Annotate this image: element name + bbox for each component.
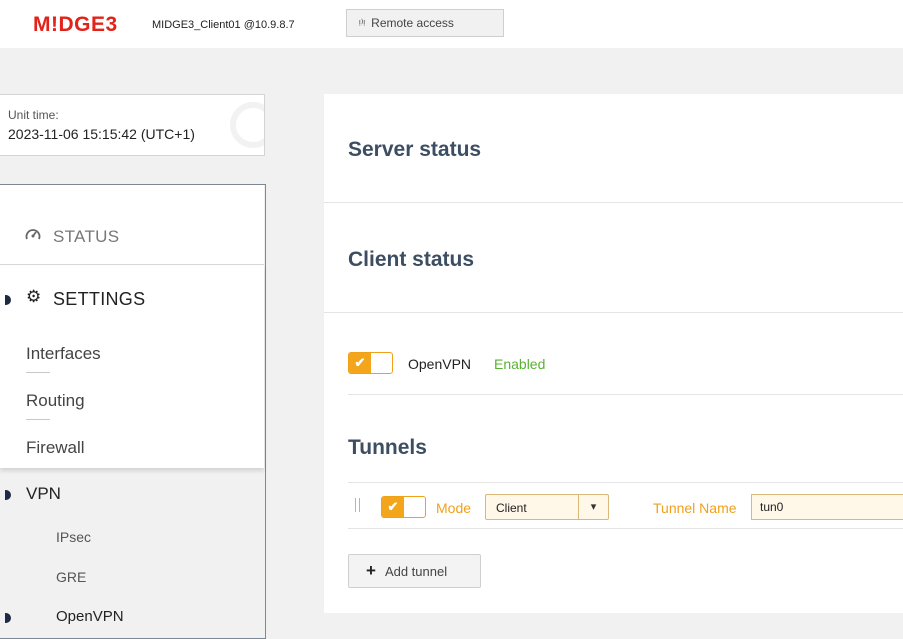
divider: [324, 202, 903, 203]
divider: [348, 394, 903, 395]
client-status-title[interactable]: Client status: [348, 248, 474, 272]
tunnel-name-label: Tunnel Name: [653, 500, 737, 516]
divider: [26, 372, 50, 373]
drag-handle-icon[interactable]: [355, 498, 360, 512]
divider: [348, 482, 903, 483]
check-icon: ✔: [349, 353, 371, 373]
remote-access-button[interactable]: ᵎ⁾ᵎ Remote access: [346, 9, 504, 37]
sidebar-item-ipsec[interactable]: IPsec: [56, 529, 91, 545]
sidebar-item-openvpn[interactable]: OpenVPN: [56, 608, 124, 625]
mode-select-value: Client: [496, 501, 527, 515]
logo-number: 3: [105, 13, 118, 36]
clock-decoration-icon: [230, 102, 264, 148]
sidebar-item-status[interactable]: STATUS: [0, 185, 264, 265]
logo-text: M!DGE: [33, 13, 106, 36]
active-bullet-icon: [5, 295, 11, 305]
main-panel: Server status Client status ✔ OpenVPN En…: [324, 94, 903, 613]
openvpn-label: OpenVPN: [408, 356, 472, 372]
sidebar-item-interfaces[interactable]: Interfaces: [26, 344, 101, 364]
unit-identifier: MIDGE3_Client01 @10.9.8.7: [152, 19, 295, 31]
tunnel-name-input[interactable]: tun0: [751, 494, 903, 520]
divider: [324, 312, 903, 313]
antenna-icon: ᵎ⁾ᵎ: [359, 17, 366, 30]
divider: [348, 528, 903, 529]
sidebar-item-firewall[interactable]: Firewall: [26, 438, 85, 458]
active-bullet-icon: [5, 613, 11, 623]
unit-time-value: 2023-11-06 15:15:42 (UTC+1): [8, 126, 195, 142]
tunnel-enable-toggle[interactable]: ✔: [381, 496, 426, 518]
plus-icon: +: [366, 561, 376, 580]
unit-time-label: Unit time:: [8, 108, 59, 122]
top-bar: M!DGE3 MIDGE3_Client01 @10.9.8.7 ᵎ⁾ᵎ Rem…: [0, 0, 903, 48]
sidebar: STATUS ⚙ SETTINGS Interfaces Routing Fir…: [0, 184, 266, 639]
sidebar-item-routing[interactable]: Routing: [26, 391, 85, 411]
chevron-down-icon[interactable]: ▾: [578, 495, 608, 519]
add-tunnel-label: Add tunnel: [384, 563, 448, 579]
unit-time-box: Unit time: 2023-11-06 15:15:42 (UTC+1): [0, 94, 265, 156]
settings-panel: ⚙ SETTINGS Interfaces Routing Firewall: [0, 265, 264, 468]
check-icon: ✔: [382, 497, 404, 517]
add-tunnel-button[interactable]: + Add tunnel: [348, 554, 481, 588]
active-bullet-icon: [5, 490, 11, 500]
server-status-title[interactable]: Server status: [348, 138, 481, 162]
tunnels-title: Tunnels: [348, 436, 427, 459]
remote-access-label: Remote access: [371, 16, 454, 30]
divider: [26, 419, 50, 420]
sidebar-item-status-label: STATUS: [53, 227, 120, 246]
sidebar-item-settings[interactable]: SETTINGS: [53, 289, 145, 310]
midge-logo[interactable]: M!DGE3: [33, 13, 118, 37]
openvpn-toggle[interactable]: ✔: [348, 352, 393, 374]
sidebar-item-gre[interactable]: GRE: [56, 569, 86, 585]
gears-icon: ⚙: [26, 287, 42, 306]
mode-select[interactable]: Client ▾: [485, 494, 609, 520]
mode-label: Mode: [436, 500, 472, 516]
openvpn-status-text: Enabled: [494, 356, 546, 372]
gauge-icon: [25, 227, 41, 245]
sidebar-item-vpn-label: VPN: [26, 484, 61, 503]
